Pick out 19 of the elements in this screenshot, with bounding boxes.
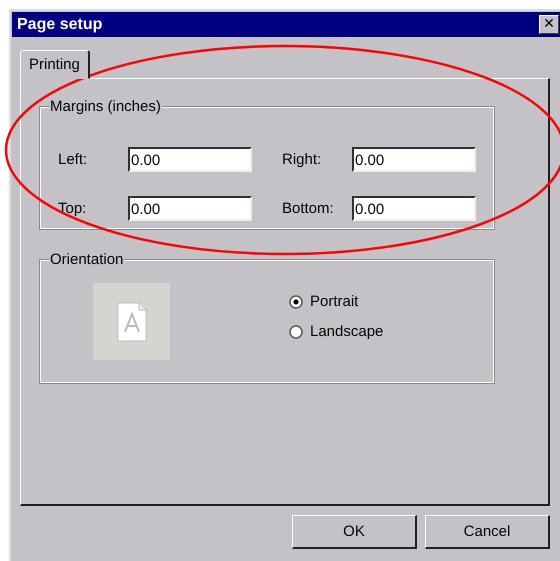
input-field[interactable]: 0.00 — [128, 196, 252, 220]
input-field[interactable]: 0.00 — [352, 196, 476, 220]
field-label: Right: — [282, 150, 322, 168]
radio-label[interactable]: Landscape — [310, 323, 384, 340]
group-title: Margins (inches) — [49, 98, 162, 116]
field-label: Top: — [58, 200, 88, 216]
input-field[interactable]: 0.00 — [128, 146, 252, 172]
dialog-button[interactable]: Cancel — [425, 515, 550, 549]
field-label: Left: — [58, 150, 88, 168]
input-field[interactable]: 0.00 — [352, 146, 476, 172]
tab[interactable]: Printing — [20, 50, 90, 79]
radio-label[interactable]: Portrait — [310, 293, 358, 310]
close-button[interactable]: ✕ — [539, 15, 559, 34]
page-preview-icon — [93, 283, 170, 360]
field-label: Bottom: — [282, 200, 335, 216]
dialog-button[interactable]: OK — [292, 515, 417, 549]
window-title: Page setup — [17, 16, 102, 34]
radio-button[interactable] — [289, 294, 303, 308]
radio-button[interactable] — [289, 324, 303, 338]
